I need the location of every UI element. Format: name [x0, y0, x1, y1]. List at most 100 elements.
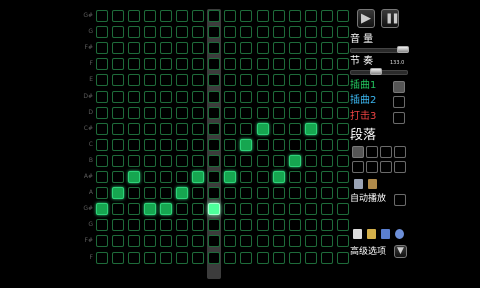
grid-cell[interactable]	[176, 74, 188, 86]
grid-cell[interactable]	[144, 139, 156, 151]
grid-cell[interactable]	[257, 155, 269, 167]
grid-cell[interactable]	[321, 58, 333, 70]
grid-cell[interactable]	[160, 10, 172, 22]
grid-cell[interactable]	[257, 26, 269, 38]
grid-cell[interactable]	[144, 123, 156, 135]
grid-cell-active[interactable]	[273, 171, 285, 183]
grid-cell[interactable]	[208, 252, 220, 264]
grid-cell[interactable]	[208, 26, 220, 38]
grid-cell[interactable]	[208, 10, 220, 22]
pause-button[interactable]: ❚❚	[381, 9, 400, 28]
grid-cell[interactable]	[144, 252, 156, 264]
grid-cell[interactable]	[160, 235, 172, 247]
grid-cell[interactable]	[192, 123, 204, 135]
section-slot-8[interactable]	[394, 161, 406, 173]
grid-cell[interactable]	[240, 219, 252, 231]
grid-cell[interactable]	[305, 26, 317, 38]
grid-cell[interactable]	[257, 203, 269, 215]
grid-cell[interactable]	[144, 235, 156, 247]
grid-cell-active[interactable]	[144, 203, 156, 215]
grid-cell[interactable]	[128, 235, 140, 247]
grid-cell[interactable]	[305, 91, 317, 103]
grid-cell[interactable]	[305, 235, 317, 247]
grid-cell[interactable]	[273, 155, 285, 167]
grid-cell[interactable]	[176, 26, 188, 38]
grid-cell-active[interactable]	[208, 203, 220, 215]
grid-cell[interactable]	[289, 10, 301, 22]
section-slot-3[interactable]	[380, 146, 392, 158]
grid-cell[interactable]	[240, 42, 252, 54]
grid-cell[interactable]	[176, 171, 188, 183]
track-label-1[interactable]: 插曲1	[350, 80, 376, 92]
open-folder-icon[interactable]	[367, 229, 376, 239]
grid-cell[interactable]	[305, 58, 317, 70]
grid-cell[interactable]	[257, 42, 269, 54]
grid-cell[interactable]	[176, 235, 188, 247]
grid-cell[interactable]	[273, 26, 285, 38]
grid-cell[interactable]	[128, 58, 140, 70]
grid-cell[interactable]	[240, 155, 252, 167]
grid-cell[interactable]	[289, 58, 301, 70]
grid-cell[interactable]	[289, 187, 301, 199]
grid-cell[interactable]	[192, 139, 204, 151]
grid-cell[interactable]	[305, 187, 317, 199]
grid-cell[interactable]	[144, 91, 156, 103]
grid-cell[interactable]	[273, 219, 285, 231]
grid-cell[interactable]	[273, 252, 285, 264]
grid-cell[interactable]	[192, 58, 204, 70]
grid-cell[interactable]	[224, 252, 236, 264]
grid-cell[interactable]	[176, 155, 188, 167]
grid-cell[interactable]	[112, 139, 124, 151]
grid-cell[interactable]	[176, 203, 188, 215]
grid-cell[interactable]	[112, 74, 124, 86]
grid-cell[interactable]	[208, 219, 220, 231]
section-slot-1[interactable]	[352, 146, 364, 158]
grid-cell[interactable]	[224, 155, 236, 167]
grid-cell[interactable]	[224, 26, 236, 38]
grid-cell[interactable]	[240, 74, 252, 86]
grid-cell[interactable]	[289, 26, 301, 38]
grid-cell[interactable]	[192, 10, 204, 22]
grid-cell[interactable]	[305, 171, 317, 183]
grid-cell[interactable]	[321, 171, 333, 183]
grid-cell[interactable]	[224, 219, 236, 231]
grid-cell[interactable]	[224, 91, 236, 103]
grid-cell[interactable]	[160, 187, 172, 199]
grid-cell[interactable]	[257, 219, 269, 231]
grid-cell[interactable]	[224, 123, 236, 135]
grid-cell[interactable]	[160, 252, 172, 264]
grid-cell[interactable]	[305, 252, 317, 264]
grid-cell[interactable]	[240, 203, 252, 215]
grid-cell[interactable]	[305, 42, 317, 54]
grid-cell[interactable]	[305, 219, 317, 231]
grid-cell[interactable]	[257, 252, 269, 264]
grid-cell[interactable]	[192, 74, 204, 86]
grid-cell[interactable]	[176, 10, 188, 22]
grid-cell[interactable]	[128, 187, 140, 199]
grid-cell[interactable]	[96, 187, 108, 199]
grid-cell[interactable]	[321, 123, 333, 135]
track-toggle-2[interactable]	[393, 96, 405, 108]
share-icon[interactable]	[395, 229, 404, 239]
grid-cell[interactable]	[112, 107, 124, 119]
new-file-icon[interactable]	[353, 229, 362, 239]
grid-cell-active[interactable]	[112, 187, 124, 199]
grid-cell[interactable]	[240, 91, 252, 103]
grid-cell[interactable]	[289, 171, 301, 183]
grid-cell[interactable]	[128, 252, 140, 264]
grid-cell[interactable]	[96, 91, 108, 103]
autoplay-toggle[interactable]	[394, 194, 406, 206]
track-toggle-3[interactable]	[393, 112, 405, 124]
section-slot-5[interactable]	[352, 161, 364, 173]
track-label-3[interactable]: 打击3	[350, 111, 376, 123]
copy-icon[interactable]	[354, 179, 363, 189]
grid-cell[interactable]	[96, 123, 108, 135]
grid-cell[interactable]	[321, 235, 333, 247]
grid-cell[interactable]	[128, 91, 140, 103]
grid-cell[interactable]	[305, 107, 317, 119]
grid-cell[interactable]	[257, 74, 269, 86]
grid-cell[interactable]	[289, 139, 301, 151]
grid-cell[interactable]	[273, 58, 285, 70]
grid-cell[interactable]	[128, 123, 140, 135]
grid-cell[interactable]	[257, 187, 269, 199]
